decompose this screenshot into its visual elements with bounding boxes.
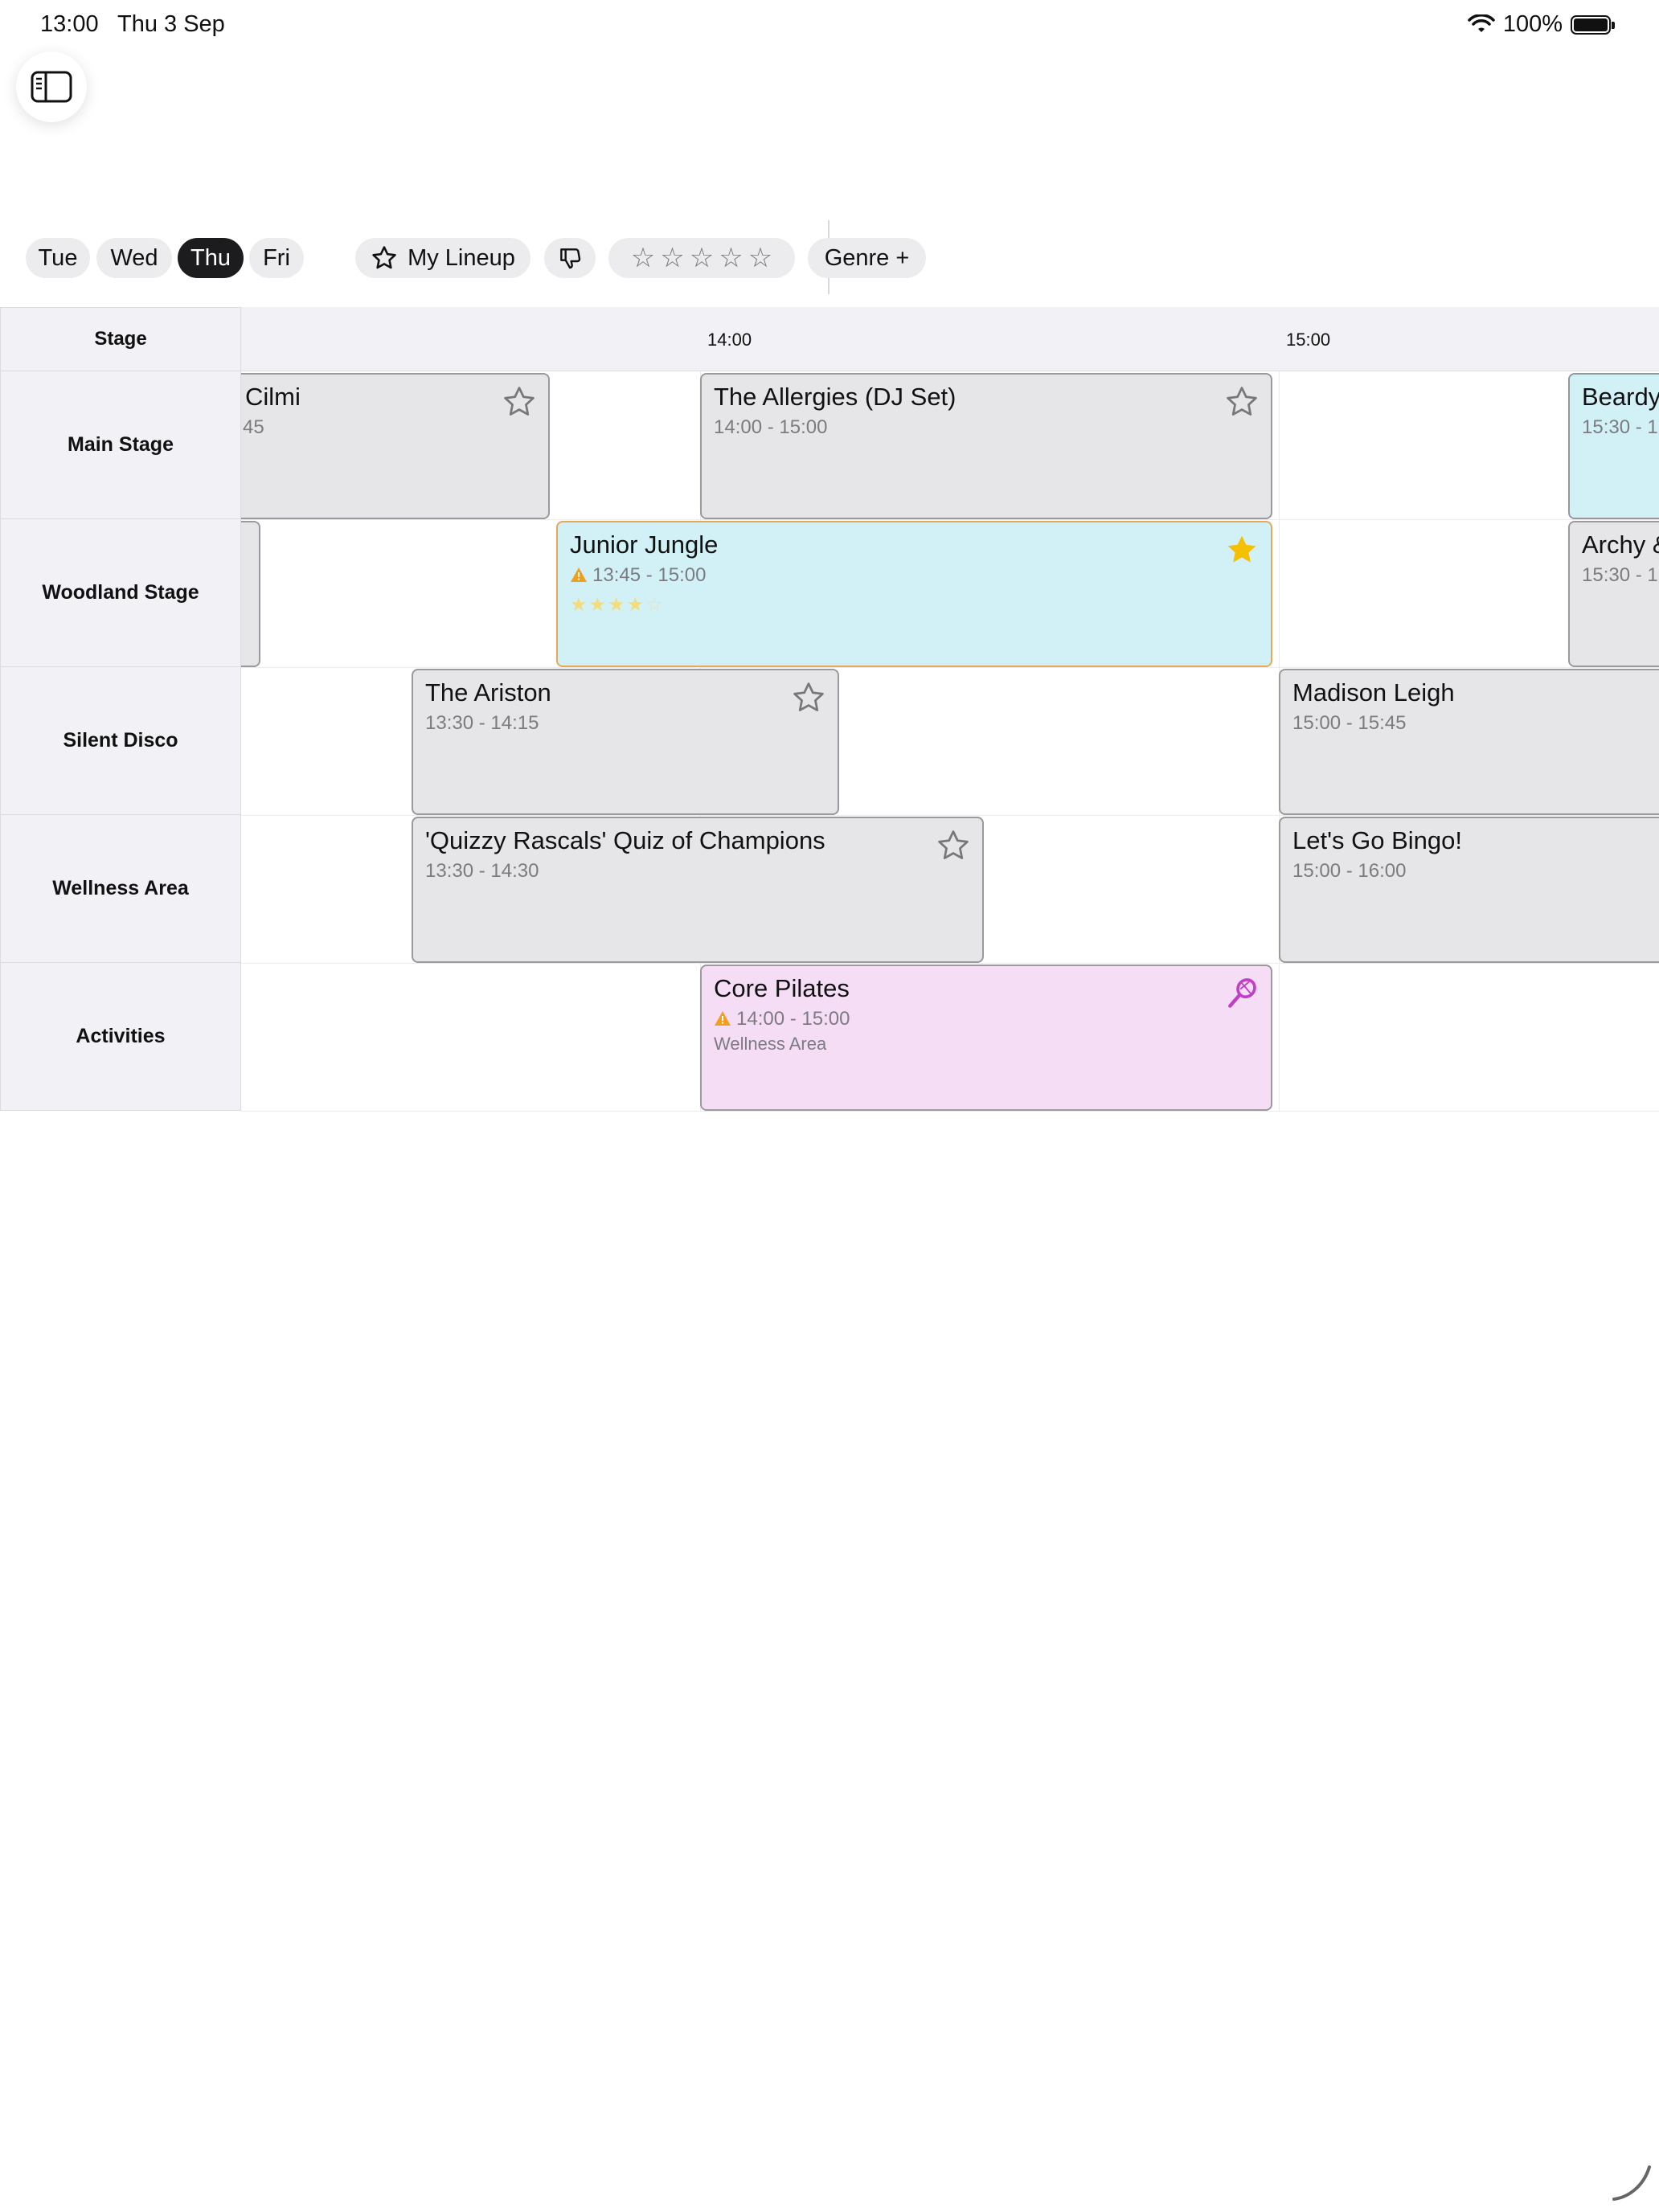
star-outline-icon xyxy=(372,246,396,269)
event-time: 13:30 - 14:30 xyxy=(425,860,539,882)
genre-filter-button[interactable]: Genre + xyxy=(808,238,926,278)
stage-activities: Activities xyxy=(0,963,241,1111)
event-time: 15:30 - 1 xyxy=(1582,416,1658,438)
event-card-selected[interactable]: Junior Jungle 13:45 - 15:00 ★★★★☆ xyxy=(556,521,1272,667)
filter-bar: Tue Wed Thu Fri My Lineup ☆ ☆ ☆ ☆ ☆ Genr… xyxy=(0,220,1659,294)
status-date: Thu 3 Sep xyxy=(117,11,225,37)
event-time: 14:00 - 15:00 xyxy=(714,416,828,438)
event-time-text: 13:45 - 15:00 xyxy=(592,564,707,586)
thumbs-down-icon xyxy=(560,248,581,269)
event-time: 14:00 - 15:00 xyxy=(714,1008,850,1030)
favorite-star-icon[interactable] xyxy=(1224,384,1260,420)
day-tab-wed[interactable]: Wed xyxy=(96,238,172,278)
event-card[interactable]: Cilmi 45 xyxy=(209,373,550,519)
genre-label: Genre + xyxy=(824,244,910,271)
warning-icon xyxy=(715,1011,731,1026)
event-title: Let's Go Bingo! xyxy=(1292,826,1462,854)
my-lineup-button[interactable]: My Lineup xyxy=(355,238,530,278)
event-title: Junior Jungle xyxy=(570,530,719,559)
rating-filter[interactable]: ☆ ☆ ☆ ☆ ☆ xyxy=(608,238,795,278)
event-title: 'Quizzy Rascals' Quiz of Champions xyxy=(425,826,825,854)
event-card[interactable]: Madison Leigh 15:00 - 15:45 xyxy=(1279,669,1659,815)
event-rating: ★★★★☆ xyxy=(570,593,665,616)
warning-icon xyxy=(571,567,587,582)
event-card[interactable]: The Allergies (DJ Set) 14:00 - 15:00 xyxy=(700,373,1272,519)
event-card[interactable]: Archy & 15:30 - 1 xyxy=(1568,521,1659,667)
status-bar: 13:00 Thu 3 Sep 100% xyxy=(0,0,1659,51)
time-label: 14:00 xyxy=(707,330,752,350)
stage-wellness: Wellness Area xyxy=(0,815,241,963)
event-title: Madison Leigh xyxy=(1292,678,1455,707)
gridline xyxy=(241,667,1659,668)
resize-handle-icon[interactable] xyxy=(1611,2161,1653,2202)
time-header: 14:00 15:00 xyxy=(241,307,1659,371)
day-tab-label: Thu xyxy=(190,244,231,271)
day-tab-fri[interactable]: Fri xyxy=(249,238,304,278)
event-time: 13:45 - 15:00 xyxy=(570,564,706,587)
event-time: 45 xyxy=(243,416,264,438)
event-title: Beardy xyxy=(1582,383,1659,411)
status-right: 100% xyxy=(1468,11,1615,38)
event-card[interactable]: Beardy 15:30 - 1 xyxy=(1568,373,1659,519)
stage-woodland: Woodland Stage xyxy=(0,519,241,667)
event-title: The Ariston xyxy=(425,678,551,707)
time-label: 15:00 xyxy=(1286,330,1331,350)
stage-main: Main Stage xyxy=(0,371,241,519)
event-title: Cilmi xyxy=(245,383,301,411)
event-title: The Allergies (DJ Set) xyxy=(714,383,956,411)
rating-filled: ★★★★ xyxy=(570,594,646,616)
battery-icon xyxy=(1571,14,1615,35)
racket-icon xyxy=(1228,978,1256,1008)
stage-column: Main Stage Woodland Stage Silent Disco W… xyxy=(0,371,241,1111)
wifi-icon xyxy=(1468,14,1495,32)
rating-star-2[interactable]: ☆ xyxy=(660,242,684,274)
event-time: 15:30 - 1 xyxy=(1582,564,1658,586)
event-location: Wellness Area xyxy=(714,1034,827,1054)
rating-star-3[interactable]: ☆ xyxy=(690,242,714,274)
event-title: Core Pilates xyxy=(714,974,850,1002)
rating-star-1[interactable]: ☆ xyxy=(631,242,655,274)
day-tab-tue[interactable]: Tue xyxy=(26,238,90,278)
gridline xyxy=(241,963,1659,964)
favorite-star-filled-icon[interactable] xyxy=(1224,532,1260,567)
rating-star-4[interactable]: ☆ xyxy=(719,242,743,274)
event-card[interactable]: Let's Go Bingo! 15:00 - 16:00 xyxy=(1279,817,1659,963)
sidebar-toggle-button[interactable] xyxy=(16,51,87,122)
event-time: 15:00 - 16:00 xyxy=(1292,860,1407,882)
schedule-grid[interactable]: 14:00 15:00 Stage Cilmi 45 The Allergies… xyxy=(0,307,1659,1112)
gridline xyxy=(241,519,1659,520)
event-title: Archy & xyxy=(1582,530,1659,559)
event-card[interactable]: The Ariston 13:30 - 14:15 xyxy=(412,669,839,815)
activity-card[interactable]: Core Pilates 14:00 - 15:00 Wellness Area xyxy=(700,965,1272,1111)
event-time: 15:00 - 15:45 xyxy=(1292,712,1407,734)
status-time: 13:00 xyxy=(40,11,99,37)
my-lineup-label: My Lineup xyxy=(408,244,515,271)
day-tab-label: Wed xyxy=(110,244,158,271)
favorite-star-icon[interactable] xyxy=(502,384,537,420)
event-time: 13:30 - 14:15 xyxy=(425,712,539,734)
rating-empty: ☆ xyxy=(645,594,665,616)
gridline xyxy=(241,815,1659,816)
event-time-text: 14:00 - 15:00 xyxy=(736,1008,850,1030)
battery-percent: 100% xyxy=(1502,11,1563,37)
rating-star-5[interactable]: ☆ xyxy=(748,242,772,274)
favorite-star-icon[interactable] xyxy=(791,680,826,715)
favorite-star-icon[interactable] xyxy=(936,828,971,863)
stage-silent-disco: Silent Disco xyxy=(0,667,241,815)
event-card[interactable]: 'Quizzy Rascals' Quiz of Champions 13:30… xyxy=(412,817,984,963)
day-tab-label: Tue xyxy=(38,244,78,271)
sidebar-icon xyxy=(31,71,72,103)
dislike-filter-button[interactable] xyxy=(544,238,596,278)
day-tab-thu[interactable]: Thu xyxy=(178,238,244,278)
day-tab-label: Fri xyxy=(263,244,290,271)
gridline xyxy=(241,1111,1659,1112)
stage-column-header: Stage xyxy=(0,307,241,371)
